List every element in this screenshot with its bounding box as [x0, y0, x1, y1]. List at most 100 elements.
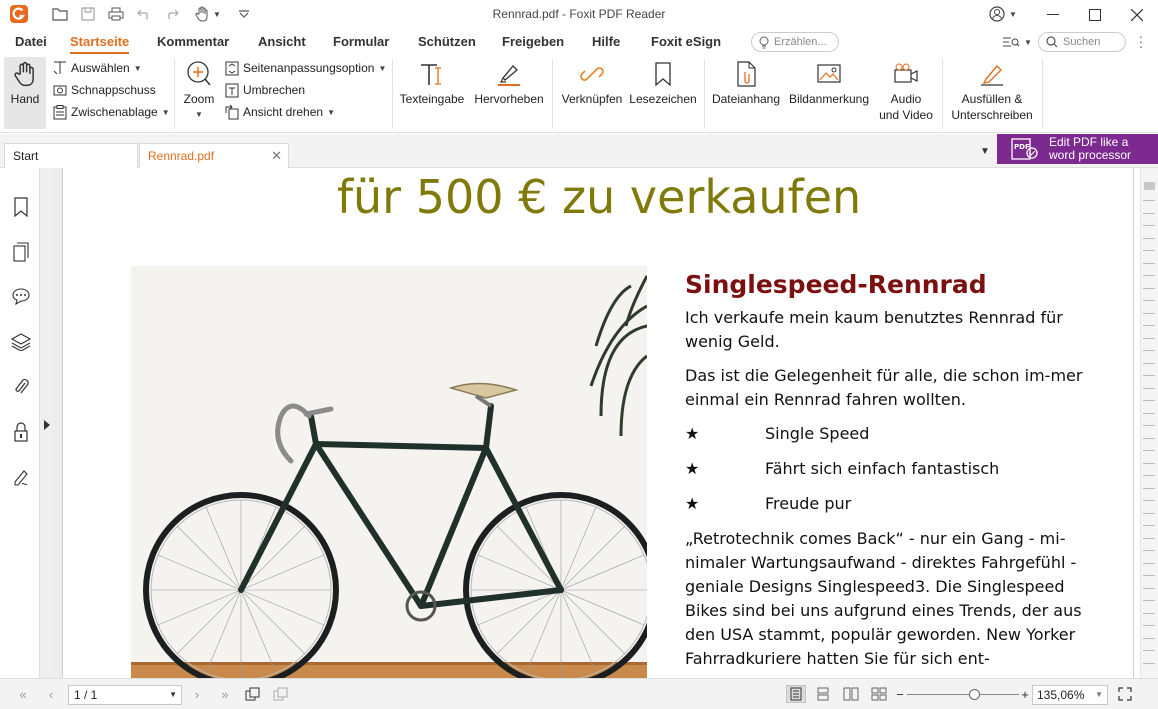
rotate-view-button[interactable]: Ansicht drehen ▼ — [224, 102, 335, 122]
copy-page-icon[interactable] — [244, 686, 262, 702]
scrollbar-mark — [1143, 237, 1155, 239]
scrollbar-mark — [1143, 600, 1155, 601]
signature-panel-icon[interactable] — [10, 467, 32, 489]
image-annotation-button[interactable]: Bildanmerkung — [786, 57, 872, 129]
article-title: Singlespeed-Rennrad — [685, 270, 987, 299]
previous-page-icon[interactable]: ‹ — [42, 686, 60, 702]
facing-view-icon[interactable] — [842, 686, 860, 702]
hand-tool-button[interactable]: Hand — [4, 57, 46, 129]
continuous-view-icon[interactable] — [814, 686, 832, 702]
file-attachment-button[interactable]: Dateianhang — [710, 57, 782, 129]
bookmark-button[interactable]: Lesezeichen — [628, 57, 698, 129]
zoom-slider-track[interactable] — [907, 694, 1019, 695]
print-icon[interactable] — [106, 5, 126, 23]
document-viewport[interactable]: für 500 € zu verkaufen Singlespeed-Rennr… — [54, 168, 1134, 678]
tell-me-input[interactable]: Erzählen... — [751, 32, 839, 52]
page-dropdown-icon[interactable]: ▼ — [169, 690, 177, 699]
scrollbar-mark — [1143, 587, 1155, 589]
menu-foxit-esign[interactable]: Foxit eSign — [651, 34, 721, 49]
customize-toolbar-icon[interactable] — [234, 5, 254, 23]
link-button[interactable]: Verknüpfen — [558, 57, 626, 129]
redo-icon[interactable] — [162, 5, 182, 23]
image-annotation-icon — [813, 57, 845, 91]
scrollbar-mark — [1143, 525, 1155, 526]
select-button[interactable]: Auswählen ▼ — [52, 58, 142, 78]
close-button[interactable] — [1114, 0, 1158, 29]
fill-sign-button[interactable]: Ausfüllen & Unterschreiben — [948, 57, 1036, 129]
search-input[interactable]: Suchen — [1038, 32, 1126, 52]
highlight-button[interactable]: Hervorheben — [472, 57, 546, 129]
edit-pdf-promo-banner[interactable]: PDF Edit PDF like a word processor — [997, 134, 1158, 164]
file-attachment-icon — [730, 57, 762, 91]
menu-formular[interactable]: Formular — [333, 34, 389, 49]
ribbon-toolbar: Hand Auswählen ▼ Schnappschuss Zwischenab… — [0, 55, 1158, 133]
next-page-icon[interactable]: › — [188, 686, 206, 702]
layers-panel-icon[interactable] — [10, 331, 32, 353]
save-icon[interactable] — [78, 5, 98, 23]
fill-sign-label-1: Ausfüllen & — [961, 92, 1023, 106]
typewriter-button[interactable]: Texteingabe — [398, 57, 466, 129]
scrollbar-mark — [1143, 362, 1155, 364]
scrollbar-mark — [1143, 325, 1155, 326]
scrollbar-mark — [1143, 462, 1155, 464]
scrollbar-mark — [1143, 487, 1155, 489]
tab-rennrad-pdf[interactable]: Rennrad.pdf ✕ — [139, 143, 289, 168]
scrollbar-mark — [1143, 550, 1155, 551]
tab-list-dropdown-icon[interactable]: ▼ — [980, 146, 990, 157]
scrollbar-mark — [1143, 437, 1155, 439]
paste-page-icon[interactable] — [272, 686, 290, 702]
audio-video-button[interactable]: Audio und Video — [876, 57, 936, 129]
panel-expander[interactable] — [40, 168, 54, 678]
scrollbar-thumb[interactable] — [1144, 182, 1155, 190]
vertical-scrollbar[interactable] — [1140, 168, 1158, 678]
bookmark-label: Lesezeichen — [629, 92, 697, 106]
continuous-facing-view-icon[interactable] — [870, 686, 888, 702]
first-page-icon[interactable]: « — [14, 686, 32, 702]
comments-panel-icon[interactable] — [10, 285, 32, 307]
menu-hilfe[interactable]: Hilfe — [592, 34, 620, 49]
undo-icon[interactable] — [134, 5, 154, 23]
tab-close-icon[interactable]: ✕ — [271, 148, 282, 164]
open-icon[interactable] — [50, 5, 70, 23]
menu-kommentar[interactable]: Kommentar — [157, 34, 229, 49]
tab-rennrad-label: Rennrad.pdf — [148, 149, 215, 163]
star-bullet-icon: ★ — [685, 459, 700, 478]
scrollbar-mark — [1143, 312, 1155, 314]
fullscreen-icon[interactable] — [1116, 686, 1134, 702]
menu-ansicht[interactable]: Ansicht — [258, 34, 306, 49]
menu-freigeben[interactable]: Freigeben — [502, 34, 564, 49]
scrollbar-mark — [1143, 337, 1155, 339]
last-page-icon[interactable]: » — [216, 686, 234, 702]
scrollbar-mark — [1143, 412, 1155, 414]
more-options-icon[interactable]: · · · — [1136, 29, 1146, 53]
page-fit-button[interactable]: Seitenanpassungsoption ▼ — [224, 58, 386, 78]
snapshot-button[interactable]: Schnappschuss — [52, 80, 156, 100]
menu-startseite[interactable]: Startseite — [70, 34, 130, 54]
zoom-label: Zoom — [183, 92, 215, 106]
scrollbar-mark — [1143, 612, 1155, 614]
tab-start[interactable]: Start — [4, 143, 138, 168]
pages-panel-icon[interactable] — [10, 241, 32, 263]
zoom-dropdown-icon[interactable]: ▼ — [1095, 690, 1103, 699]
zoom-slider-thumb[interactable] — [969, 689, 981, 700]
menu-datei[interactable]: Datei — [15, 34, 47, 49]
bookmarks-panel-icon[interactable] — [10, 196, 32, 218]
menu-schuetzen[interactable]: Schützen — [418, 34, 476, 49]
security-panel-icon[interactable] — [10, 421, 32, 443]
account-icon[interactable]: ▼ — [986, 5, 1020, 23]
zoom-level-input[interactable]: 135,06% ▼ — [1032, 685, 1108, 705]
maximize-button[interactable] — [1072, 0, 1118, 29]
scrollbar-mark — [1143, 287, 1155, 289]
attachments-panel-icon[interactable] — [10, 376, 32, 398]
reflow-button[interactable]: Umbrechen — [224, 80, 305, 100]
hand-tool-dropdown-icon[interactable]: ▼ — [194, 5, 222, 23]
search-icon — [1046, 36, 1058, 48]
page-number-input[interactable]: 1 / 1 ▼ — [68, 685, 182, 705]
document-tab-bar: Start Rennrad.pdf ✕ ▼ — [0, 134, 1158, 168]
search-options-icon[interactable]: ▼ — [1002, 33, 1032, 51]
clipboard-button[interactable]: Zwischenablage ▼ — [52, 102, 170, 122]
foxit-logo-icon[interactable] — [10, 5, 28, 23]
single-page-view-icon[interactable] — [786, 685, 806, 703]
minimize-button[interactable] — [1030, 0, 1076, 29]
zoom-button[interactable]: Zoom ▼ — [180, 57, 218, 129]
